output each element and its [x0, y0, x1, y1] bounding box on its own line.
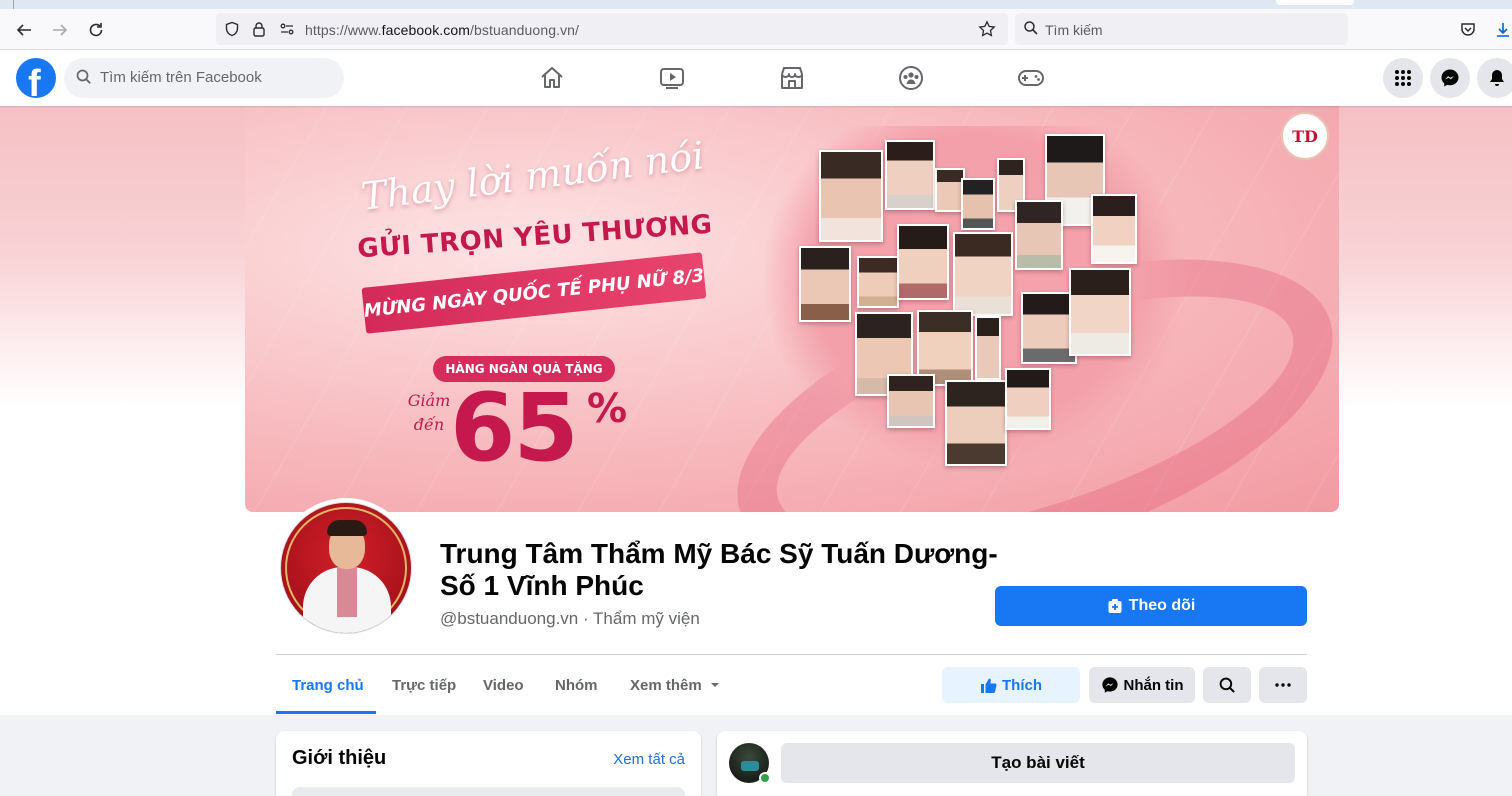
cover-discount-number: 65 [450, 374, 579, 483]
collage-photo [819, 150, 883, 242]
tab-video-label: Video [483, 676, 524, 694]
follow-button-label: Theo dõi [1128, 597, 1196, 614]
browser-search-bar[interactable]: Tìm kiếm [1015, 13, 1348, 45]
cover-discount-label: Giảm đến [401, 389, 457, 437]
page-title: Trung Tâm Thẩm Mỹ Bác Sỹ Tuấn Dương- Số … [440, 538, 1000, 602]
tab-more[interactable]: Xem thêm [630, 662, 720, 708]
message-button[interactable]: Nhắn tin [1089, 667, 1195, 703]
discount-label-line2: đến [413, 415, 445, 434]
collage-photo [1091, 194, 1137, 264]
collage-photo [887, 374, 935, 428]
tab-live[interactable]: Trực tiếp [392, 662, 456, 708]
avatar-hair [327, 520, 367, 536]
tab-divider [13, 0, 14, 9]
page-title-line2: Số 1 Vĩnh Phúc [440, 570, 644, 601]
watch-icon[interactable] [655, 62, 689, 94]
active-tab-indicator [276, 711, 376, 714]
marketplace-icon[interactable] [775, 62, 809, 94]
shield-icon[interactable] [223, 20, 241, 38]
like-button[interactable]: Thích [942, 667, 1080, 703]
header-divider [276, 654, 1307, 655]
tab-home-label: Trang chủ [292, 676, 364, 694]
tab-live-label: Trực tiếp [392, 676, 457, 694]
browser-search-placeholder: Tìm kiếm [1045, 22, 1103, 38]
tab-groups[interactable]: Nhóm [555, 662, 598, 708]
more-dots-icon [1275, 683, 1291, 687]
intro-see-all-link[interactable]: Xem tất cả [613, 751, 685, 768]
follow-button[interactable]: Theo dõi [995, 586, 1307, 626]
search-icon [1023, 20, 1039, 41]
url-bar[interactable]: https://www.facebook.com/bstuanduong.vn/ [216, 13, 1008, 45]
collage-photo [1005, 368, 1051, 430]
collage-photo [885, 140, 935, 210]
collage-photo [799, 246, 851, 322]
collage-photo [961, 178, 995, 230]
profile-picture [280, 502, 412, 634]
notifications-icon[interactable] [1477, 58, 1512, 98]
tab-home[interactable]: Trang chủ [292, 662, 364, 708]
collage-photo [975, 316, 1001, 380]
avatar-shirt [337, 567, 357, 617]
facebook-search-input[interactable]: Tìm kiếm trên Facebook [64, 58, 344, 98]
facebook-search-placeholder: Tìm kiếm trên Facebook [100, 69, 262, 86]
caret-down-icon [710, 683, 719, 687]
forward-icon[interactable] [47, 17, 73, 43]
collage-photo [953, 232, 1013, 316]
follow-icon [1108, 599, 1122, 613]
search-icon [1219, 677, 1235, 693]
intro-card: Giới thiệu Xem tất cả [276, 731, 701, 796]
lock-icon[interactable] [250, 20, 268, 38]
page-title-line1: Trung Tâm Thẩm Mỹ Bác Sỹ Tuấn Dương- [440, 538, 998, 569]
cover-percent-sign: % [587, 386, 628, 432]
bookmark-star-icon[interactable] [978, 20, 996, 38]
browser-tab-strip [0, 0, 1512, 9]
tab-video[interactable]: Video [483, 662, 524, 708]
collage-photo [1015, 200, 1063, 270]
collage-photo [945, 380, 1007, 466]
facebook-header: f Tìm kiếm trên Facebook [0, 50, 1512, 106]
create-post-button[interactable]: Tạo bài viết [781, 743, 1295, 783]
intro-map-preview[interactable] [292, 787, 685, 796]
search-page-button[interactable] [1203, 667, 1251, 703]
intro-title: Giới thiệu [292, 747, 387, 769]
search-icon [76, 69, 92, 90]
post-composer-card: Tạo bài viết [717, 731, 1307, 796]
facebook-logo-icon[interactable]: f [16, 58, 56, 98]
tab-groups-label: Nhóm [555, 676, 598, 694]
clinic-logo-icon: TD [1281, 112, 1329, 160]
avatar-mask [741, 761, 759, 771]
like-button-label: Thích [1002, 676, 1042, 694]
thumbs-up-icon [981, 678, 997, 693]
page-username-category: @bstuanduong.vn · Thẩm mỹ viện [440, 609, 700, 628]
messenger-icon [1101, 677, 1118, 693]
browser-tab[interactable] [1276, 0, 1354, 5]
discount-label-line1: Giảm [407, 391, 451, 410]
online-status-dot [759, 772, 771, 784]
gaming-icon[interactable] [1014, 62, 1048, 94]
tab-more-label: Xem thêm [630, 676, 702, 694]
profile-avatar[interactable] [276, 498, 416, 638]
collage-photo [1069, 268, 1131, 356]
back-icon[interactable] [11, 17, 37, 43]
home-icon[interactable] [535, 62, 569, 94]
message-button-label: Nhắn tin [1123, 676, 1184, 694]
menu-grid-icon[interactable] [1383, 58, 1423, 98]
downloads-icon[interactable] [1490, 17, 1512, 43]
cover-photo[interactable]: TD Thay lời muốn nói GỬI TRỌN YÊU THƯƠNG… [245, 106, 1339, 512]
collage-photo [897, 224, 949, 300]
more-options-button[interactable] [1259, 667, 1307, 703]
permissions-icon[interactable] [278, 20, 296, 38]
pocket-icon[interactable] [1455, 17, 1481, 43]
reload-icon[interactable] [83, 17, 109, 43]
messenger-icon[interactable] [1430, 58, 1470, 98]
browser-toolbar: https://www.facebook.com/bstuanduong.vn/… [0, 9, 1512, 50]
collage-photo [857, 256, 899, 308]
groups-icon[interactable] [894, 62, 928, 94]
url-text: https://www.facebook.com/bstuanduong.vn/ [305, 22, 580, 38]
